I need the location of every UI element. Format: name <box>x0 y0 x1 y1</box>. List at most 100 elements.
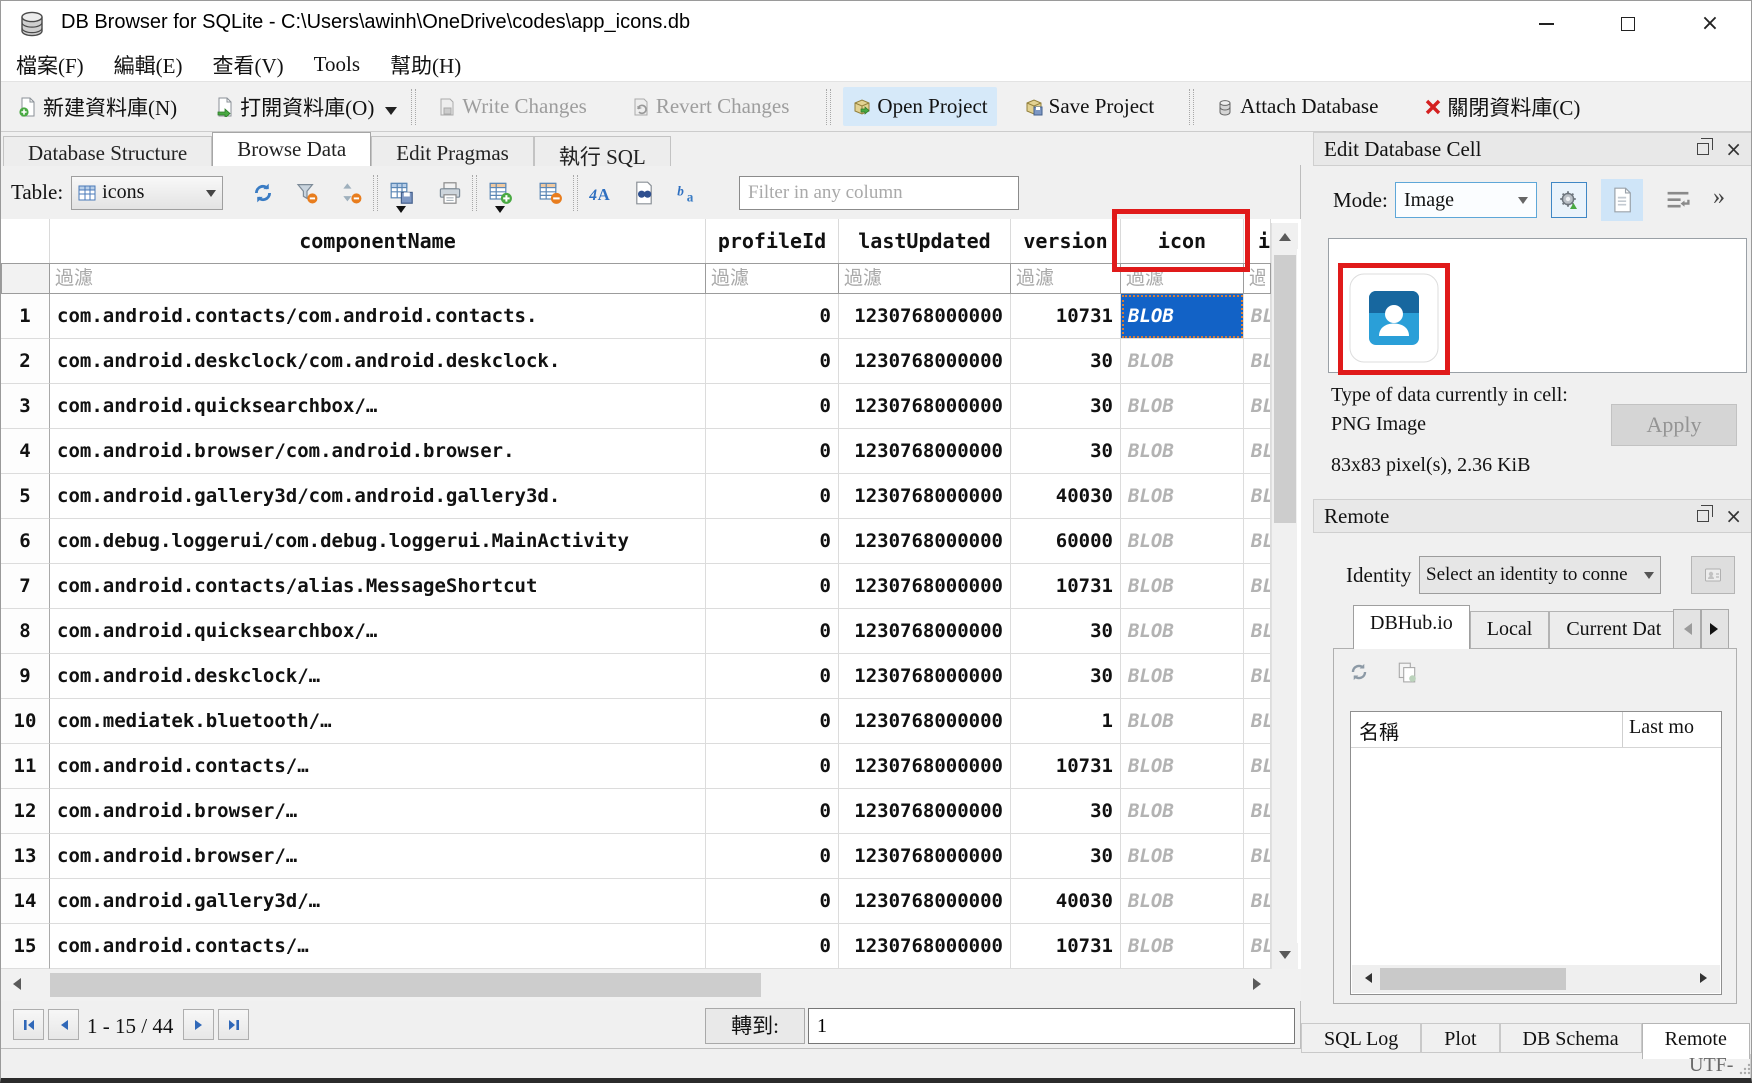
refresh-button[interactable] <box>247 177 279 209</box>
cell-version[interactable]: 30 <box>1011 789 1121 834</box>
filter-input[interactable] <box>50 264 705 293</box>
cell-componentName[interactable]: com.android.deskclock/com.android.deskcl… <box>50 339 706 384</box>
cell-lastUpdated[interactable]: 1230768000000 <box>839 699 1011 744</box>
scroll-down-button[interactable] <box>1272 943 1298 969</box>
filter-input[interactable] <box>1121 264 1243 293</box>
cell-profileId[interactable]: 0 <box>706 744 839 789</box>
maximize-button[interactable] <box>1587 1 1669 47</box>
word-wrap-button[interactable] <box>1665 188 1691 214</box>
cell-icon-blob[interactable]: BLOB <box>1121 879 1244 924</box>
cell-partial[interactable]: BLOB <box>1244 924 1271 969</box>
menu-help[interactable]: 幫助(H) <box>375 50 476 80</box>
menu-edit[interactable]: 編輯(E) <box>99 50 198 80</box>
row-number-cell[interactable]: 1 <box>1 294 50 339</box>
cell-componentName[interactable]: com.android.quicksearchbox/… <box>50 384 706 429</box>
previous-page-button[interactable] <box>48 1009 79 1040</box>
cell-componentName[interactable]: com.android.contacts/… <box>50 744 706 789</box>
cell-icon-blob[interactable]: BLOB <box>1121 924 1244 969</box>
cell-version[interactable]: 10731 <box>1011 744 1121 789</box>
row-number-cell[interactable]: 14 <box>1 879 50 924</box>
table-select[interactable]: icons <box>71 176 223 210</box>
cell-profileId[interactable]: 0 <box>706 384 839 429</box>
cell-lastUpdated[interactable]: 1230768000000 <box>839 789 1011 834</box>
row-number-cell[interactable]: 5 <box>1 474 50 519</box>
close-database-button[interactable]: 關閉資料庫(C) <box>1415 85 1589 129</box>
cell-profileId[interactable]: 0 <box>706 654 839 699</box>
float-panel-icon[interactable] <box>1697 143 1709 155</box>
column-header-partial[interactable]: ic <box>1244 219 1271 263</box>
insert-record-button[interactable] <box>485 177 517 209</box>
cell-icon-blob[interactable]: BLOB <box>1121 654 1244 699</box>
cell-icon-blob[interactable]: BLOB <box>1121 699 1244 744</box>
save-table-view-button[interactable] <box>386 177 418 209</box>
identity-select[interactable]: Select an identity to conne <box>1419 556 1661 594</box>
cell-partial[interactable]: BLOB <box>1244 609 1271 654</box>
cell-profileId[interactable]: 0 <box>706 429 839 474</box>
goto-row-input[interactable] <box>808 1008 1295 1044</box>
cell-partial[interactable]: BLOB <box>1244 789 1271 834</box>
filter-input[interactable] <box>1011 264 1120 293</box>
cell-icon-blob[interactable]: BLOB <box>1121 609 1244 654</box>
tab-database-structure[interactable]: Database Structure <box>3 136 212 166</box>
cell-version[interactable]: 60000 <box>1011 519 1121 564</box>
remote-list-header-modified[interactable]: Last mo <box>1623 712 1721 747</box>
cell-partial[interactable]: BLOB <box>1244 699 1271 744</box>
column-header-icon[interactable]: icon <box>1121 219 1244 263</box>
delete-record-button[interactable] <box>535 177 567 209</box>
cell-partial[interactable]: BLOB <box>1244 879 1271 924</box>
row-number-cell[interactable]: 10 <box>1 699 50 744</box>
text-view-toggle-button[interactable] <box>1601 179 1643 221</box>
menu-view[interactable]: 查看(V) <box>198 50 299 80</box>
cell-partial[interactable]: BLOB <box>1244 834 1271 879</box>
cell-partial[interactable]: BLOB <box>1244 474 1271 519</box>
more-tools-button[interactable]: » <box>1713 184 1725 211</box>
row-number-cell[interactable]: 15 <box>1 924 50 969</box>
cell-lastUpdated[interactable]: 1230768000000 <box>839 519 1011 564</box>
cell-icon-blob[interactable]: BLOB <box>1121 384 1244 429</box>
cell-version[interactable]: 30 <box>1011 429 1121 474</box>
cell-icon-blob[interactable]: BLOB <box>1121 789 1244 834</box>
cell-lastUpdated[interactable]: 1230768000000 <box>839 384 1011 429</box>
grid-horizontal-scrollbar[interactable] <box>1 969 1301 1001</box>
tab-browse-data[interactable]: Browse Data <box>212 132 371 166</box>
cell-version[interactable]: 1 <box>1011 699 1121 744</box>
cell-profileId[interactable]: 0 <box>706 519 839 564</box>
cell-icon-blob[interactable]: BLOB <box>1121 339 1244 384</box>
find-in-table-button[interactable] <box>628 177 660 209</box>
goto-row-button[interactable]: 轉到: <box>705 1008 805 1044</box>
new-database-button[interactable]: 新建資料庫(N) <box>9 85 186 129</box>
remote-tab-current-database[interactable]: Current Dat <box>1549 611 1678 649</box>
cell-icon-blob[interactable]: BLOB <box>1121 294 1244 339</box>
clear-sorting-button[interactable] <box>335 177 367 209</box>
remote-tab-local[interactable]: Local <box>1470 611 1550 649</box>
remote-list-horizontal-scrollbar[interactable] <box>1352 965 1720 993</box>
cell-profileId[interactable]: 0 <box>706 879 839 924</box>
close-panel-icon[interactable]: × <box>1725 506 1742 526</box>
column-header-lastUpdated[interactable]: lastUpdated <box>839 219 1011 263</box>
replace-button[interactable]: b a <box>672 177 704 209</box>
cell-profileId[interactable]: 0 <box>706 294 839 339</box>
open-project-button[interactable]: Open Project <box>843 87 996 126</box>
menu-file[interactable]: 檔案(F) <box>1 50 99 80</box>
remote-list-header-name[interactable]: 名稱 <box>1351 712 1623 747</box>
cell-profileId[interactable]: 0 <box>706 339 839 384</box>
cell-profileId[interactable]: 0 <box>706 924 839 969</box>
cell-lastUpdated[interactable]: 1230768000000 <box>839 429 1011 474</box>
row-number-cell[interactable]: 12 <box>1 789 50 834</box>
attach-database-button[interactable]: Attach Database <box>1206 87 1387 126</box>
cell-componentName[interactable]: com.android.gallery3d/… <box>50 879 706 924</box>
cell-partial[interactable]: BLOB <box>1244 294 1271 339</box>
cell-componentName[interactable]: com.android.browser/com.android.browser. <box>50 429 706 474</box>
row-number-cell[interactable]: 6 <box>1 519 50 564</box>
revert-changes-button[interactable]: Revert Changes <box>622 87 799 126</box>
minimize-button[interactable] <box>1505 1 1587 47</box>
column-header-componentName[interactable]: componentName <box>50 219 706 263</box>
cell-icon-blob[interactable]: BLOB <box>1121 834 1244 879</box>
auto-switch-mode-button[interactable] <box>1551 182 1587 218</box>
cell-partial[interactable]: BLOB <box>1244 744 1271 789</box>
resize-grip-icon[interactable] <box>1739 1063 1751 1075</box>
cell-componentName[interactable]: com.android.contacts/com.android.contact… <box>50 294 706 339</box>
grid-vertical-scrollbar[interactable] <box>1271 223 1297 969</box>
cell-lastUpdated[interactable]: 1230768000000 <box>839 474 1011 519</box>
cell-profileId[interactable]: 0 <box>706 564 839 609</box>
